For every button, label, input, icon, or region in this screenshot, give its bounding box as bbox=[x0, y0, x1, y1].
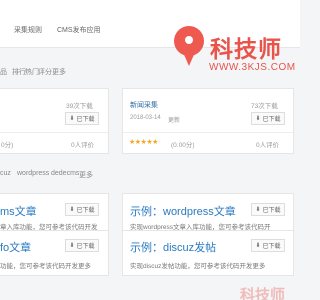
download-label: 已下载 bbox=[76, 117, 95, 123]
filter-item[interactable]: 品 bbox=[0, 67, 7, 77]
nav-item-collect-rules[interactable]: 采集规则 bbox=[14, 25, 42, 35]
filter-item[interactable]: 热门 bbox=[25, 67, 39, 77]
download-button[interactable]: ⬇ 已下载 bbox=[251, 112, 285, 125]
nav-item-cms-publish[interactable]: CMS发布应用 bbox=[57, 25, 101, 35]
download-icon: ⬇ bbox=[69, 243, 75, 249]
app-card[interactable]: 39次下载 ⬇ 已下载 0分) 0人评价 bbox=[0, 88, 109, 154]
filter-item[interactable]: 排行 bbox=[12, 67, 26, 77]
logo-text: 科技师 bbox=[210, 36, 282, 62]
download-count: 73次下载 bbox=[251, 103, 278, 110]
divider bbox=[0, 132, 108, 133]
update-status: 更新 bbox=[168, 118, 181, 124]
download-button[interactable]: ⬇ 已下载 bbox=[65, 203, 99, 216]
watermark-text: 科技师 bbox=[240, 287, 286, 300]
filter-strip: 品 排行 热门 评分 更多 bbox=[0, 62, 300, 80]
app-title[interactable]: 新闻采集 bbox=[130, 100, 158, 110]
download-label: 已下载 bbox=[262, 208, 281, 214]
app-card[interactable]: 新闻采集 73次下载 2018-03-14 更新 ⬇ 已下载 ★★★★★ (0.… bbox=[122, 88, 294, 154]
rating-stars: ★★★★★ bbox=[129, 139, 158, 146]
filter-item[interactable]: cuz bbox=[0, 170, 11, 177]
app-title[interactable]: fo文章 bbox=[0, 239, 31, 255]
download-count: 39次下载 bbox=[66, 103, 93, 110]
download-icon: ⬇ bbox=[69, 207, 75, 213]
download-icon: ⬇ bbox=[255, 243, 261, 249]
score: (0.00分) bbox=[171, 142, 195, 149]
app-description: 功能，您可参考该代码开发更多 bbox=[0, 263, 91, 270]
filter-more[interactable]: 更多 bbox=[52, 67, 66, 77]
app-card[interactable]: ms文章 ⬇ 已下载 章入库功能，您可参考该代码开发 bbox=[0, 193, 109, 233]
review-count: 0人评价 bbox=[71, 142, 95, 149]
filter-item[interactable]: wordpress bbox=[17, 170, 49, 177]
filter-item[interactable]: dedecms bbox=[51, 170, 79, 177]
update-date: 2018-03-14 bbox=[130, 115, 161, 121]
app-card[interactable]: 示例：wordpress文章 ⬇ 已下载 实现wordpress文章入库功能，您… bbox=[122, 193, 294, 233]
filter-item[interactable]: 评分 bbox=[38, 67, 52, 77]
app-description: 实现discuz发帖功能，您可参考该代码开发更多 bbox=[130, 263, 266, 270]
app-card[interactable]: fo文章 ⬇ 已下载 功能，您可参考该代码开发更多 bbox=[0, 230, 109, 276]
download-icon: ⬇ bbox=[69, 116, 75, 122]
filter-strip: cuz wordpress dedecms 更多 bbox=[0, 165, 300, 183]
app-title[interactable]: 示例：discuz发帖 bbox=[130, 239, 216, 255]
review-count: 0人评价 bbox=[256, 142, 280, 149]
app-title[interactable]: 示例：wordpress文章 bbox=[130, 203, 236, 219]
download-button[interactable]: ⬇ 已下载 bbox=[251, 239, 285, 252]
download-label: 已下载 bbox=[262, 244, 281, 250]
download-button[interactable]: ⬇ 已下载 bbox=[65, 239, 99, 252]
filter-more[interactable]: 更多 bbox=[79, 170, 93, 180]
download-label: 已下载 bbox=[76, 244, 95, 250]
download-label: 已下载 bbox=[262, 117, 281, 123]
app-card[interactable]: 示例：discuz发帖 ⬇ 已下载 实现discuz发帖功能，您可参考该代码开发… bbox=[122, 230, 294, 276]
logo-dot bbox=[185, 36, 193, 44]
download-button[interactable]: ⬇ 已下载 bbox=[251, 203, 285, 216]
download-icon: ⬇ bbox=[255, 207, 261, 213]
app-title[interactable]: ms文章 bbox=[0, 203, 37, 219]
download-icon: ⬇ bbox=[255, 116, 261, 122]
download-button[interactable]: ⬇ 已下载 bbox=[65, 112, 99, 125]
divider bbox=[123, 132, 293, 133]
score: 0分) bbox=[1, 142, 14, 149]
download-label: 已下载 bbox=[76, 208, 95, 214]
